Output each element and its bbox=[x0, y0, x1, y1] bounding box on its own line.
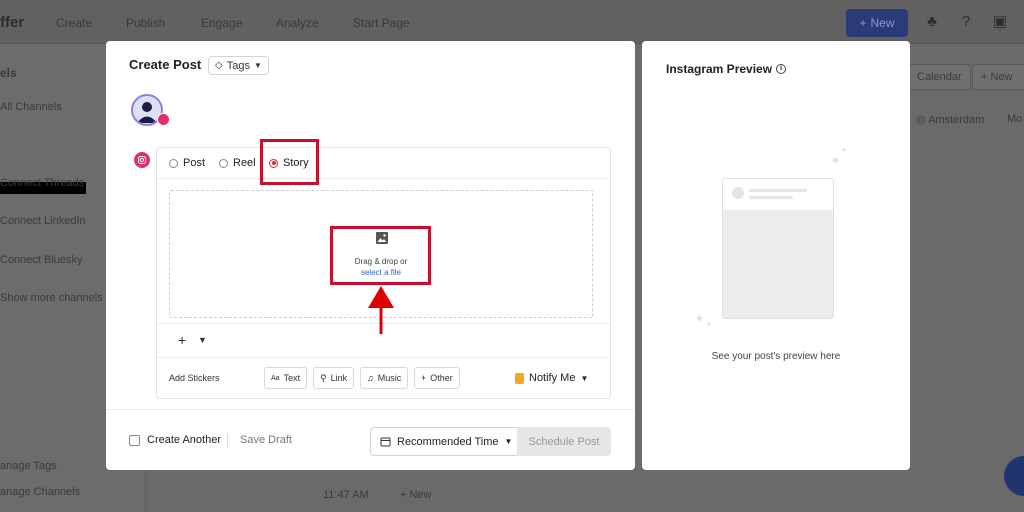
chevron-down-icon: ▼ bbox=[504, 437, 513, 446]
placeholder-header bbox=[723, 179, 833, 211]
instagram-channel-icon bbox=[134, 152, 150, 168]
more-menu[interactable]: Mo bbox=[1007, 113, 1022, 125]
radio-reel[interactable] bbox=[219, 158, 228, 168]
nav-engage[interactable]: Engage bbox=[201, 16, 242, 30]
help-icon[interactable]: ? bbox=[957, 13, 975, 31]
nav-create[interactable]: Create bbox=[56, 16, 92, 30]
recommended-time-label: Recommended Time bbox=[397, 435, 499, 448]
modal-title: Create Post bbox=[129, 57, 202, 72]
nav-analyze[interactable]: Analyze bbox=[276, 16, 319, 30]
instagram-preview-panel: Instagram Preview i ✦ ✦ ✦ ✦ See your pos… bbox=[642, 41, 910, 470]
post-type-selector: Post Reel Story bbox=[157, 148, 610, 179]
timezone-selector[interactable]: ◎ Amsterdam bbox=[916, 113, 984, 126]
sidebar-item-connect-linkedin[interactable]: Connect LinkedIn bbox=[0, 215, 86, 227]
brand-logo-text: ffer bbox=[0, 14, 25, 31]
sparkle-small-icon: ✦ bbox=[840, 145, 848, 155]
sticker-text-button[interactable]: Aa Text bbox=[264, 367, 308, 389]
sidebar-item-manage-channels[interactable]: anage Channels bbox=[0, 486, 80, 498]
placeholder-line bbox=[749, 189, 807, 192]
sparkle-small-icon: ✦ bbox=[705, 319, 713, 329]
notify-me-dropdown[interactable]: Notify Me ▼ bbox=[515, 372, 588, 384]
chat-fab[interactable] bbox=[1004, 456, 1024, 496]
post-type-reel-label: Reel bbox=[233, 157, 256, 169]
text-sticker-icon: Aa bbox=[271, 374, 280, 382]
timezone-label: Amsterdam bbox=[928, 114, 985, 126]
placeholder-line bbox=[749, 196, 793, 199]
preview-title-text: Instagram Preview bbox=[666, 62, 773, 76]
sidebar-item-show-more[interactable]: Show more channels bbox=[0, 292, 103, 304]
preview-hint: See your post's preview here bbox=[711, 351, 841, 362]
placeholder-avatar bbox=[732, 187, 744, 199]
notify-bell-icon bbox=[515, 372, 524, 384]
music-icon: ♫ bbox=[367, 373, 374, 383]
footer-divider bbox=[227, 434, 228, 448]
plus-icon: + bbox=[421, 373, 427, 383]
sticker-text-label: Text bbox=[283, 373, 301, 383]
nav-start-page[interactable]: Start Page bbox=[353, 16, 410, 30]
info-icon[interactable]: i bbox=[776, 64, 787, 74]
link-icon: ⚲ bbox=[320, 372, 327, 383]
new-short-label: New bbox=[990, 71, 1013, 83]
add-content-plus-icon[interactable]: + bbox=[178, 332, 186, 348]
create-another-checkbox[interactable] bbox=[129, 435, 140, 446]
calendar-button[interactable]: Calendar bbox=[908, 64, 971, 90]
sprout-icon[interactable]: ♣ bbox=[923, 13, 941, 31]
schedule-post-button[interactable]: Schedule Post bbox=[517, 427, 611, 456]
modal-footer: Create Another Save Draft Recommended Ti… bbox=[106, 409, 635, 470]
sticker-link-label: Link bbox=[330, 373, 348, 383]
gift-icon[interactable]: ▣ bbox=[991, 13, 1009, 31]
preview-placeholder-card bbox=[722, 178, 834, 319]
preview-title: Instagram Preview i bbox=[666, 62, 787, 76]
sticker-music-button[interactable]: ♫ Music bbox=[360, 367, 409, 389]
sidebar-item-connect-bluesky[interactable]: Connect Bluesky bbox=[0, 254, 83, 266]
plus-icon: + bbox=[859, 16, 867, 30]
sticker-music-label: Music bbox=[377, 373, 402, 383]
top-navigation-bar: ffer Create Publish Engage Analyze Start… bbox=[0, 0, 1024, 44]
instagram-badge-icon bbox=[157, 113, 170, 126]
timeline-new[interactable]: + New bbox=[400, 489, 432, 501]
timeline-time: 11:47 AM bbox=[323, 489, 369, 501]
recommended-time-dropdown[interactable]: Recommended Time ▼ bbox=[370, 427, 518, 456]
sidebar-item-connect-threads[interactable]: Connect Threads bbox=[0, 177, 84, 189]
post-type-post-label: Post bbox=[183, 157, 206, 169]
nav-publish[interactable]: Publish bbox=[126, 16, 165, 30]
new-button-label: New bbox=[870, 16, 895, 30]
chevron-down-icon: ▼ bbox=[253, 61, 262, 70]
add-stickers-label: Add Stickers bbox=[169, 373, 220, 383]
sidebar-item-manage-tags[interactable]: anage Tags bbox=[0, 460, 57, 472]
sparkle-icon: ✦ bbox=[694, 311, 705, 326]
radio-post[interactable] bbox=[169, 158, 178, 168]
new-short-button[interactable]: + New bbox=[972, 64, 1024, 90]
notify-me-label: Notify Me bbox=[529, 372, 576, 384]
post-type-reel[interactable]: Reel bbox=[219, 157, 256, 169]
post-type-post[interactable]: Post bbox=[169, 157, 205, 169]
calendar-icon bbox=[380, 437, 391, 447]
highlight-story-option bbox=[260, 139, 319, 185]
tags-label: Tags bbox=[226, 59, 250, 72]
create-another-label: Create Another bbox=[147, 434, 221, 446]
sticker-other-button[interactable]: + Other bbox=[414, 367, 460, 389]
chevron-down-icon: ▼ bbox=[580, 373, 589, 383]
stickers-row: Add Stickers Aa Text ⚲ Link ♫ Music + Ot… bbox=[157, 357, 610, 399]
save-draft-button[interactable]: Save Draft bbox=[240, 434, 292, 446]
timeline-new-label: New bbox=[409, 489, 432, 501]
new-button[interactable]: + New bbox=[846, 9, 908, 37]
red-arrow-up-icon bbox=[368, 286, 394, 334]
tag-icon: ◇ bbox=[215, 60, 223, 71]
tags-button[interactable]: ◇ Tags ▼ bbox=[208, 56, 269, 75]
sidebar-item-all-channels[interactable]: All Channels bbox=[0, 101, 62, 113]
sticker-link-button[interactable]: ⚲ Link bbox=[313, 367, 355, 389]
highlight-dropzone bbox=[330, 226, 431, 285]
sticker-other-label: Other bbox=[430, 373, 453, 383]
chevron-down-icon[interactable]: ▼ bbox=[198, 335, 207, 345]
sidebar-heading: els bbox=[0, 66, 17, 80]
